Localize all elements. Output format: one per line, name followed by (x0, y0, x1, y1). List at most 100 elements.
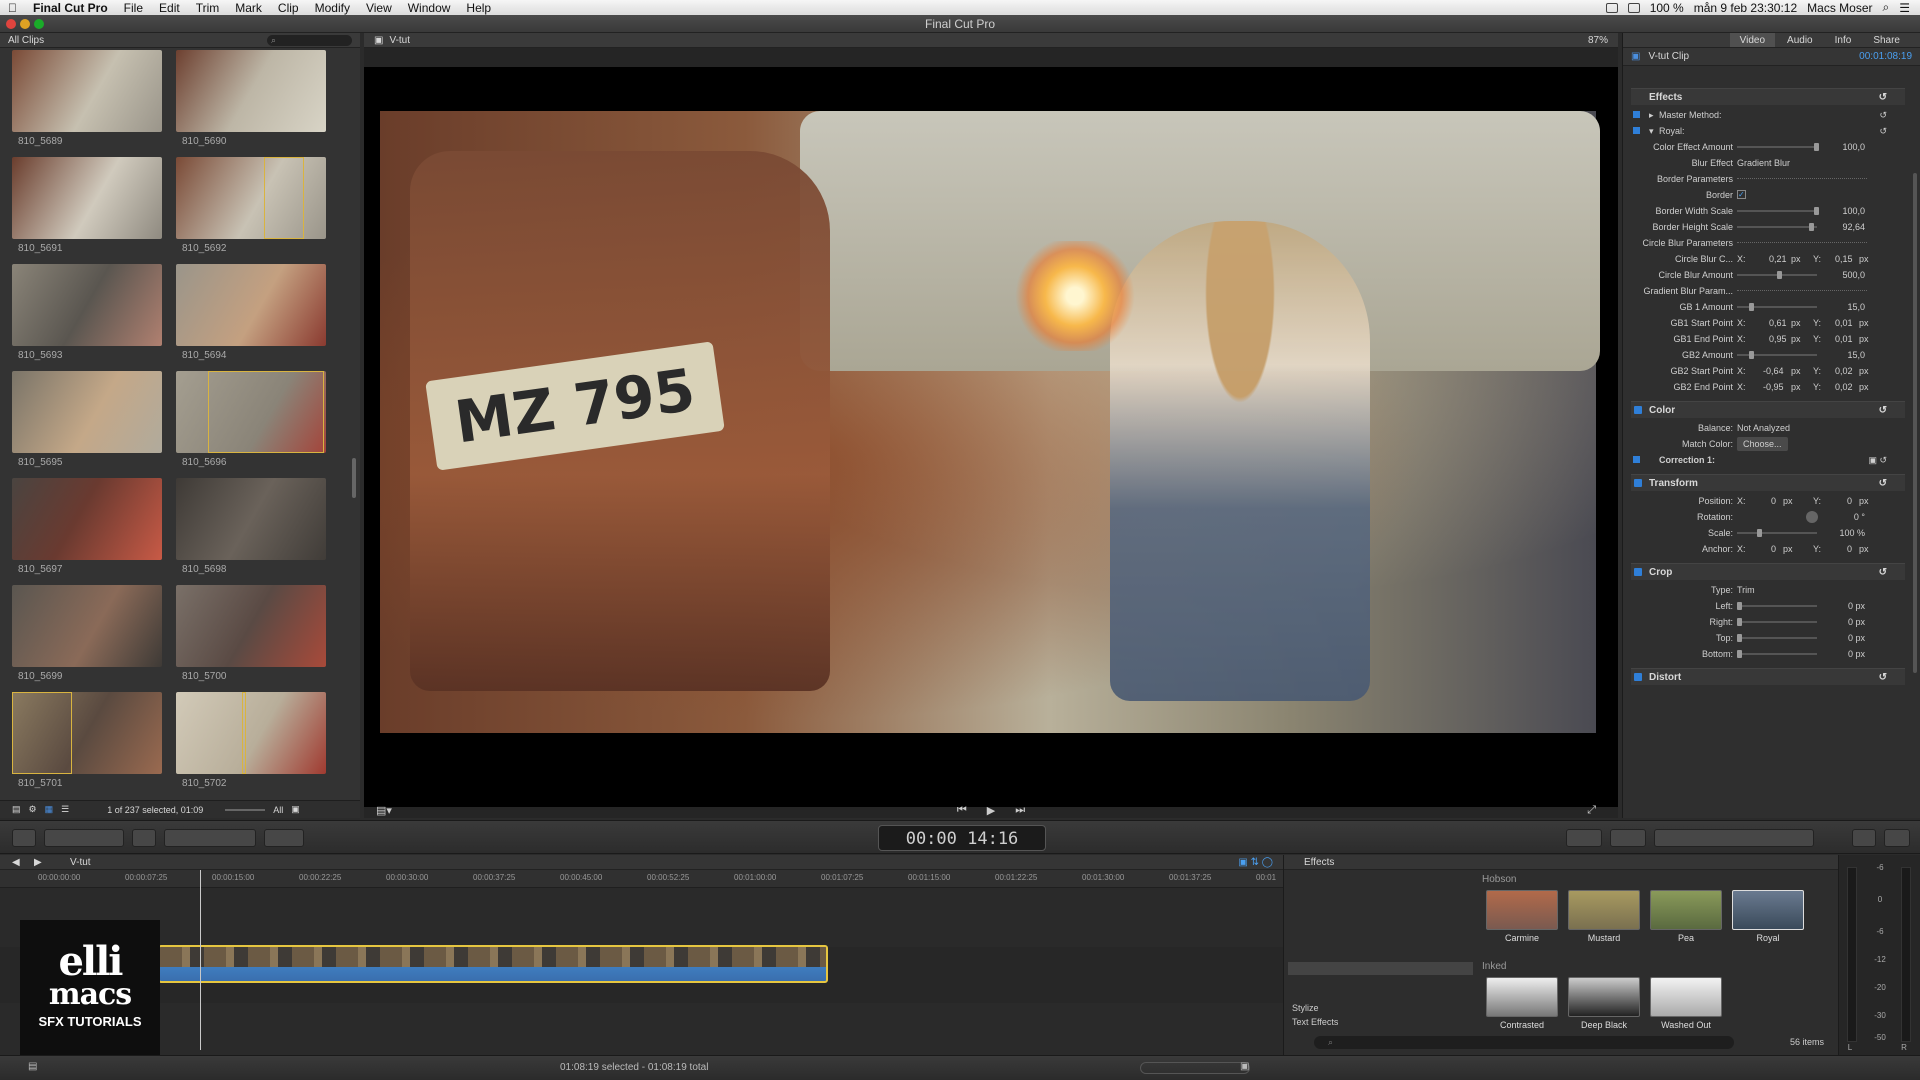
color-board-icon[interactable]: ▣ ↺ (1868, 453, 1887, 467)
minimize-window-button[interactable] (20, 19, 30, 29)
list-item[interactable] (1288, 988, 1473, 1001)
effect-carmine[interactable] (1486, 890, 1558, 930)
section-color[interactable]: Color ↺ (1631, 401, 1905, 418)
zoom-level-dropdown[interactable]: 87% (1588, 35, 1608, 46)
previous-edit-icon[interactable]: ⏮ (957, 804, 967, 817)
list-item[interactable] (1288, 871, 1473, 884)
retime-button[interactable] (1610, 829, 1646, 847)
close-window-button[interactable] (6, 19, 16, 29)
section-effects[interactable]: Effects ↺ (1631, 88, 1905, 105)
menu-file[interactable]: File (116, 1, 151, 15)
crop-top-slider[interactable] (1737, 634, 1817, 642)
user-name[interactable]: Macs Moser (1807, 1, 1872, 15)
timeline-ruler[interactable]: 00:00:00:00 00:00:07:25 00:00:15:00 00:0… (0, 870, 1283, 888)
blur-effect-popup[interactable]: Gradient Blur (1737, 156, 1790, 170)
circle-blur-slider[interactable] (1737, 271, 1817, 279)
media-browser-buttons[interactable] (1654, 829, 1814, 847)
clip-thumbnail[interactable]: 810_5697 (12, 478, 162, 578)
reset-icon[interactable]: ↺ (1879, 108, 1887, 122)
menu-modify[interactable]: Modify (307, 1, 358, 15)
timeline-forward-icon[interactable]: ▶ (34, 857, 42, 868)
reset-icon[interactable]: ↺ (1879, 402, 1887, 419)
menu-edit[interactable]: Edit (151, 1, 188, 15)
fullscreen-icon[interactable]: ⤢ (1587, 804, 1596, 817)
menu-trim[interactable]: Trim (188, 1, 228, 15)
list-item[interactable] (1288, 910, 1473, 923)
clip-thumbnail[interactable]: 810_5692 (176, 157, 326, 257)
menu-window[interactable]: Window (400, 1, 459, 15)
inspector-scrollbar[interactable] (1913, 173, 1917, 673)
edit-mode-buttons[interactable] (164, 829, 256, 847)
list-item[interactable] (1288, 897, 1473, 910)
filmstrip-view-icon[interactable]: ▦ (45, 804, 54, 815)
reset-icon[interactable]: ↺ (1879, 475, 1887, 492)
section-distort[interactable]: Distort ↺ (1631, 668, 1905, 685)
disclosure-open-icon[interactable]: ▾ (1649, 124, 1654, 138)
snapping-icon[interactable]: ▣ ⇅ ◯ (1238, 857, 1273, 868)
border-height-slider[interactable] (1737, 223, 1817, 231)
timeline-zoom-slider[interactable] (1140, 1062, 1250, 1074)
clip-appearance-icon[interactable]: ▣ (291, 804, 300, 815)
list-view-icon[interactable]: ☰ (61, 804, 69, 815)
section-transform[interactable]: Transform ↺ (1631, 474, 1905, 491)
browser-scrollbar[interactable] (352, 458, 356, 498)
spotlight-icon[interactable]: ⌕ (1883, 0, 1890, 15)
list-item-selected[interactable] (1288, 962, 1473, 975)
border-checkbox[interactable]: ✓ (1737, 190, 1746, 199)
clip-height-slider[interactable] (225, 808, 266, 811)
clip-thumbnail[interactable]: 810_5693 (12, 264, 162, 364)
reset-icon[interactable]: ↺ (1879, 669, 1887, 686)
color-effect-slider[interactable] (1737, 143, 1819, 151)
clip-thumbnail[interactable]: 810_5699 (12, 585, 162, 685)
video-canvas[interactable]: MZ 795 (364, 67, 1618, 807)
timeline-clip[interactable] (158, 945, 828, 983)
play-icon[interactable]: ▶ (987, 804, 995, 817)
playhead[interactable] (200, 870, 201, 1050)
keyword-button[interactable] (132, 829, 156, 847)
reset-icon[interactable]: ↺ (1879, 564, 1887, 581)
view-options-icon[interactable]: ▤▾ (376, 804, 392, 817)
effect-pea[interactable] (1650, 890, 1722, 930)
gb1-slider[interactable] (1737, 303, 1817, 311)
zoom-window-button[interactable] (34, 19, 44, 29)
crop-right-slider[interactable] (1737, 618, 1817, 626)
dashboard-timecode[interactable]: 00:00 14:16 (878, 825, 1046, 851)
reset-icon[interactable]: ↺ (1879, 89, 1887, 106)
timeline-back-icon[interactable]: ◀ (12, 857, 20, 868)
list-item[interactable] (1288, 975, 1473, 988)
crop-type-popup[interactable]: Trim (1737, 583, 1755, 597)
crop-bottom-slider[interactable] (1737, 650, 1817, 658)
wifi-icon[interactable] (1605, 2, 1618, 13)
menu-help[interactable]: Help (458, 1, 499, 15)
scale-slider[interactable] (1737, 529, 1817, 537)
browser-search-input[interactable]: ⌕ (267, 34, 352, 46)
clip-appearance-icon[interactable]: ▣ (1240, 1061, 1249, 1072)
list-item[interactable] (1288, 936, 1473, 949)
volume-icon[interactable] (1627, 2, 1640, 13)
effects-search-input[interactable]: ⌕ (1314, 1036, 1734, 1049)
gb2-slider[interactable] (1737, 351, 1817, 359)
clip-thumbnail[interactable]: 810_5695 (12, 371, 162, 471)
apple-menu-icon[interactable]:  (0, 1, 25, 15)
clip-thumbnail[interactable]: 810_5701 (12, 692, 162, 792)
effect-enable-checkbox[interactable] (1633, 127, 1640, 134)
clip-thumbnail[interactable]: 810_5690 (176, 50, 326, 150)
category-stylize[interactable]: Stylize (1288, 1001, 1473, 1015)
effect-contrasted[interactable] (1486, 977, 1558, 1017)
crop-left-slider[interactable] (1737, 602, 1817, 610)
clip-filter-dropdown[interactable]: All Clips (8, 35, 44, 46)
category-text-effects[interactable]: Text Effects (1288, 1015, 1473, 1029)
menu-app[interactable]: Final Cut Pro (25, 1, 116, 15)
effect-royal[interactable] (1732, 890, 1804, 930)
clip-thumbnail[interactable]: 810_5700 (176, 585, 326, 685)
tab-share[interactable]: Share (1863, 33, 1910, 47)
clip-thumbnail[interactable]: 810_5691 (12, 157, 162, 257)
clip-thumbnail[interactable]: 810_5694 (176, 264, 326, 364)
menu-clip[interactable]: Clip (270, 1, 307, 15)
timeline-index-icon[interactable]: ▤ (28, 1061, 37, 1072)
inspector-toggle-button[interactable] (1852, 829, 1876, 847)
clip-thumbnail[interactable]: 810_5696 (176, 371, 326, 471)
enhancements-button[interactable] (1566, 829, 1602, 847)
battery-label[interactable]: 100 % (1650, 1, 1684, 15)
reset-icon[interactable]: ↺ (1879, 124, 1887, 138)
